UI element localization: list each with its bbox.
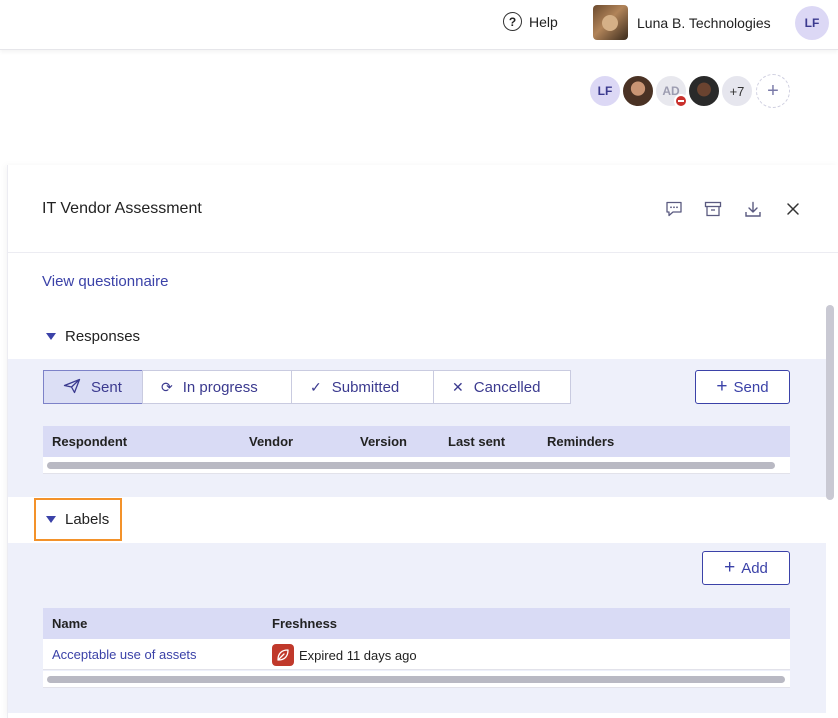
- label-name-link[interactable]: Acceptable use of assets: [52, 647, 197, 662]
- org-avatar: [593, 5, 628, 40]
- download-icon[interactable]: [743, 199, 763, 219]
- scroll-thumb[interactable]: [47, 462, 775, 469]
- column-header[interactable]: Reminders: [547, 434, 614, 449]
- labels-toggle[interactable]: Labels: [46, 511, 109, 528]
- labels-heading: Labels: [65, 511, 110, 528]
- panel-title: IT Vendor Assessment: [42, 200, 202, 217]
- add-label-button[interactable]: + Add: [702, 551, 790, 585]
- collaborator-avatar[interactable]: LF: [588, 74, 622, 108]
- help-label: Help: [529, 13, 558, 30]
- user-avatar[interactable]: LF: [795, 6, 829, 40]
- column-header[interactable]: Freshness: [272, 616, 337, 631]
- tab-label: Cancelled: [473, 378, 541, 396]
- column-header[interactable]: Name: [52, 616, 87, 631]
- close-icon[interactable]: [783, 199, 803, 219]
- more-collaborators-button[interactable]: +7: [720, 74, 754, 108]
- send-label: Send: [733, 378, 769, 396]
- top-bar: ? Help Luna B. Technologies LF: [0, 0, 838, 50]
- add-collaborator-button[interactable]: +: [756, 74, 790, 108]
- removed-icon: [674, 94, 688, 108]
- expired-leaf-icon: [272, 644, 294, 666]
- plus-icon: +: [724, 557, 736, 578]
- org-switcher[interactable]: Luna B. Technologies: [593, 5, 771, 40]
- archive-icon[interactable]: [703, 199, 723, 219]
- column-header[interactable]: Last sent: [448, 434, 505, 449]
- column-header[interactable]: Version: [360, 434, 407, 449]
- send-button[interactable]: + Send: [695, 370, 790, 404]
- caret-down-icon: [46, 333, 56, 340]
- labels-table-scrollbar[interactable]: [43, 671, 790, 688]
- paper-plane-icon: [63, 378, 81, 397]
- freshness-text: Expired 11 days ago: [299, 647, 417, 663]
- scroll-thumb[interactable]: [47, 676, 785, 683]
- refresh-icon: ⟳: [161, 378, 173, 395]
- freshness-cell: Expired 11 days ago: [272, 644, 417, 666]
- column-header[interactable]: Vendor: [249, 434, 293, 449]
- caret-down-icon: [46, 516, 56, 523]
- comment-icon[interactable]: [664, 199, 684, 219]
- table-row[interactable]: Acceptable use of assets Expired 11 days…: [43, 639, 790, 670]
- responses-heading: Responses: [65, 328, 141, 345]
- collaborator-avatar-photo[interactable]: [687, 74, 721, 108]
- column-header[interactable]: Respondent: [52, 434, 127, 449]
- help-link[interactable]: ? Help: [503, 12, 558, 31]
- plus-icon: +: [716, 376, 728, 397]
- tab-label: Submitted: [331, 378, 400, 396]
- tab-submitted[interactable]: ✓ Submitted: [291, 370, 434, 404]
- tab-sent[interactable]: Sent: [43, 370, 143, 404]
- tab-label: Sent: [91, 378, 122, 396]
- responses-table-header: Respondent Vendor Version Last sent Remi…: [43, 426, 790, 457]
- tab-in-progress[interactable]: ⟳ In progress: [142, 370, 292, 404]
- collaborator-avatar-removed[interactable]: AD: [654, 74, 688, 108]
- check-icon: ✓: [310, 378, 322, 395]
- tab-cancelled[interactable]: ✕ Cancelled: [433, 370, 571, 404]
- help-icon: ?: [503, 12, 522, 31]
- assessment-panel: IT Vendor Assessment View questionnaire …: [7, 165, 838, 718]
- responses-toggle[interactable]: Responses: [46, 328, 140, 345]
- labels-table-header: Name Freshness: [43, 608, 790, 639]
- vertical-scrollbar[interactable]: [826, 305, 834, 500]
- tab-label: In progress: [182, 378, 258, 396]
- view-questionnaire-link[interactable]: View questionnaire: [42, 273, 168, 290]
- org-name: Luna B. Technologies: [637, 14, 771, 31]
- panel-header: IT Vendor Assessment: [8, 165, 838, 253]
- collaborators-group: LF AD +7 +: [588, 74, 790, 108]
- add-label: Add: [741, 559, 768, 577]
- x-icon: ✕: [452, 378, 464, 395]
- responses-table-scrollbar[interactable]: [43, 457, 790, 474]
- collaborator-avatar-photo[interactable]: [621, 74, 655, 108]
- response-status-tabs: Sent ⟳ In progress ✓ Submitted ✕ Cancell…: [43, 370, 571, 404]
